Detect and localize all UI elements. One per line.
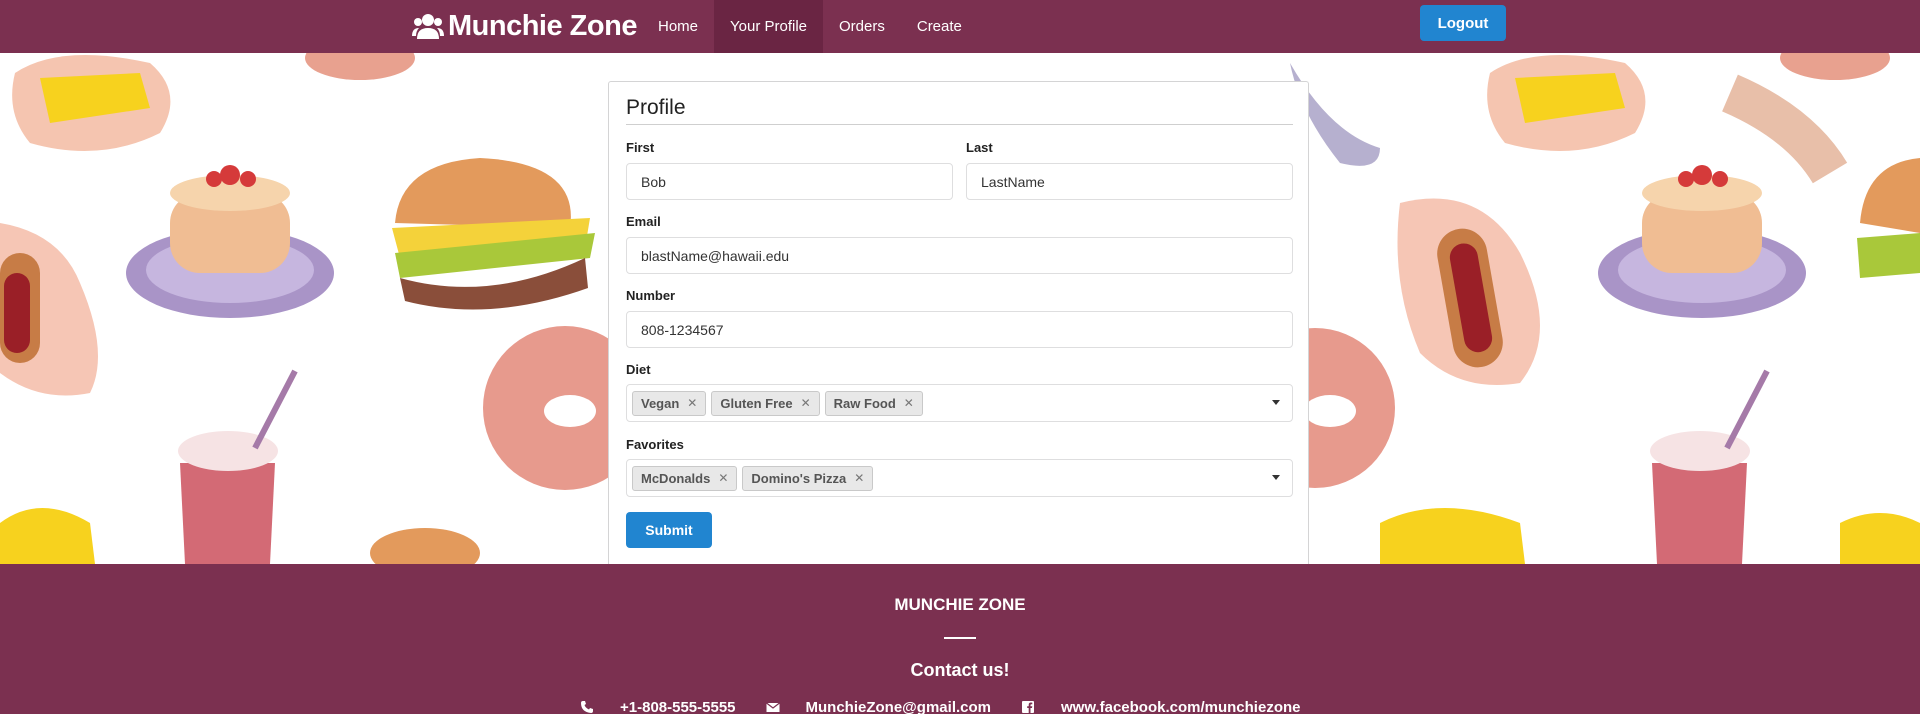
profile-card: Profile First Bob Last LastName Email bl…: [608, 81, 1309, 564]
footer: MUNCHIE ZONE Contact us! +1-808-555-5555…: [0, 564, 1920, 714]
milkshake-illustration: [178, 369, 298, 564]
remove-tag-icon[interactable]: ✕: [718, 471, 728, 485]
footer-title: MUNCHIE ZONE: [894, 595, 1026, 614]
diet-tag: Vegan ✕: [632, 390, 707, 416]
email-label: Email: [626, 214, 661, 229]
fries-illustration: [1487, 55, 1646, 151]
email-input[interactable]: blastName@hawaii.edu: [626, 237, 1293, 274]
diet-tag: Gluten Free ✕: [711, 390, 820, 416]
phone-icon: [581, 701, 593, 713]
favorites-multiselect[interactable]: McDonalds ✕ Domino's Pizza ✕: [626, 459, 1293, 497]
remove-tag-icon[interactable]: ✕: [801, 396, 811, 410]
contact-email[interactable]: MunchieZone@gmail.com: [806, 699, 991, 714]
brand-name: Munchie Zone: [448, 10, 637, 42]
nav-item-orders[interactable]: Orders: [823, 0, 901, 53]
pancakes-illustration: [1598, 165, 1806, 318]
nav-item-home[interactable]: Home: [642, 0, 714, 53]
profile-title: Profile: [626, 96, 686, 119]
logout-button[interactable]: Logout: [1420, 5, 1506, 41]
nav-item-your-profile[interactable]: Your Profile: [714, 0, 824, 53]
burger-illustration: [392, 158, 595, 310]
favorite-tag: McDonalds ✕: [632, 465, 738, 491]
milkshake-illustration: [1650, 369, 1770, 564]
number-input[interactable]: 808-1234567: [626, 311, 1293, 348]
diet-tag-label: Raw Food: [833, 395, 896, 411]
footer-divider: [944, 637, 976, 639]
remove-tag-icon[interactable]: ✕: [904, 396, 914, 410]
first-name-label: First: [626, 140, 655, 155]
burger-illustration: [1857, 158, 1920, 278]
contact-list: +1-808-555-5555 MunchieZone@gmail.com ww…: [580, 697, 1331, 714]
users-icon: [412, 13, 444, 39]
favorite-tag-label: Domino's Pizza: [751, 470, 847, 486]
brand[interactable]: Munchie Zone: [412, 0, 637, 53]
last-name-label: Last: [966, 140, 993, 155]
last-name-input[interactable]: LastName: [966, 163, 1293, 200]
dropdown-caret-icon[interactable]: [1272, 475, 1280, 480]
diet-label: Diet: [626, 362, 651, 377]
dropdown-caret-icon[interactable]: [1272, 400, 1280, 405]
diet-tag-label: Gluten Free: [720, 395, 793, 411]
contact-phone[interactable]: +1-808-555-5555: [620, 699, 736, 714]
pancakes-illustration: [126, 165, 334, 318]
title-divider: [626, 124, 1293, 125]
hotdog-illustration: [0, 223, 98, 396]
first-name-input[interactable]: Bob: [626, 163, 953, 200]
number-label: Number: [626, 288, 676, 303]
nav-item-create[interactable]: Create: [901, 0, 978, 53]
favorite-tag: Domino's Pizza ✕: [742, 465, 874, 491]
remove-tag-icon[interactable]: ✕: [687, 396, 697, 410]
hotdog-illustration: [1397, 198, 1540, 385]
contact-heading: Contact us!: [910, 660, 1010, 680]
envelope-icon: [765, 702, 780, 712]
nav-menu: Home Your Profile Orders Create: [642, 0, 978, 53]
diet-tag: Raw Food ✕: [824, 390, 923, 416]
diet-multiselect[interactable]: Vegan ✕ Gluten Free ✕ Raw Food ✕: [626, 384, 1293, 422]
contact-facebook[interactable]: www.facebook.com/munchiezone: [1061, 699, 1301, 714]
submit-button[interactable]: Submit: [626, 512, 712, 548]
remove-tag-icon[interactable]: ✕: [854, 471, 864, 485]
fries-illustration: [12, 55, 171, 151]
facebook-icon: [1022, 701, 1034, 713]
top-navbar: Munchie Zone Home Your Profile Orders Cr…: [0, 0, 1920, 53]
diet-tag-label: Vegan: [641, 395, 680, 411]
favorites-label: Favorites: [626, 437, 684, 452]
favorite-tag-label: McDonalds: [641, 470, 711, 486]
